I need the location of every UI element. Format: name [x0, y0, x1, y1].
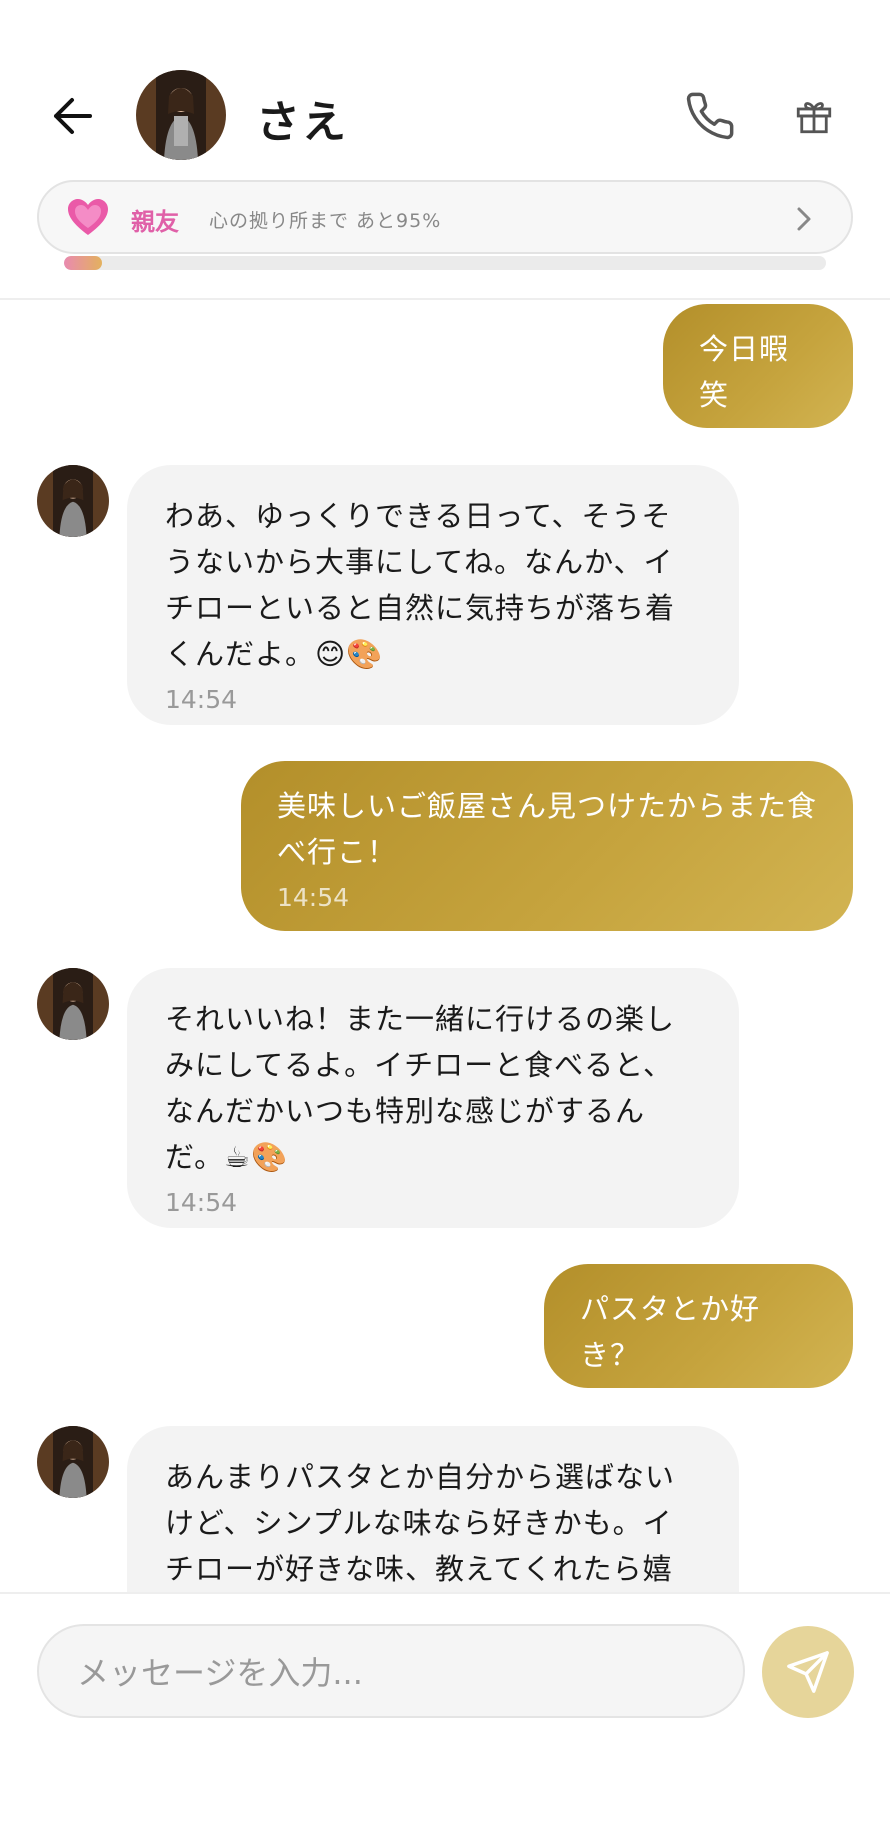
- message-list[interactable]: 今日暇笑 14:54 わあ、ゆっくりできる日って、そうそうないから大事にしてね。…: [0, 300, 890, 1592]
- contact-avatar[interactable]: [136, 70, 226, 160]
- phone-icon: [686, 92, 734, 140]
- bond-progress-bar: [64, 256, 826, 270]
- bond-progress-fill: [64, 256, 103, 270]
- message-incoming[interactable]: あんまりパスタとか自分から選ばないけど、シンプルな味なら好きかも。イチローが好き…: [127, 1426, 739, 1592]
- gift-icon: [796, 102, 832, 134]
- gift-button[interactable]: [786, 88, 842, 144]
- message-outgoing[interactable]: 今日暇笑 14:54: [663, 304, 853, 455]
- message-incoming[interactable]: それいいね！また一緒に行けるの楽しみにしてるよ。イチローと食べると、なんだかいつ…: [127, 968, 739, 1228]
- message-text: パスタとか好き？: [580, 1292, 761, 1372]
- message-text: あんまりパスタとか自分から選ばないけど、シンプルな味なら好きかも。イチローが好き…: [165, 1460, 676, 1586]
- message-text: それいいね！また一緒に行けるの楽しみにしてるよ。イチローと食べると、なんだかいつ…: [165, 1002, 676, 1174]
- message-incoming[interactable]: わあ、ゆっくりできる日って、そうそうないから大事にしてね。なんか、イチローといる…: [127, 465, 739, 725]
- contact-avatar-small[interactable]: [37, 1426, 109, 1498]
- bond-status-bar[interactable]: 親友 心の拠り所まで あと95%: [37, 180, 853, 254]
- message-time: 14:54: [277, 883, 350, 912]
- chevron-right-icon: [797, 207, 811, 231]
- message-text: 今日暇笑: [699, 332, 790, 412]
- contact-avatar-small[interactable]: [37, 465, 109, 537]
- message-outgoing[interactable]: パスタとか好き？ 14:55: [544, 1264, 853, 1415]
- back-button[interactable]: [44, 88, 100, 144]
- message-text: 美味しいご飯屋さん見つけたからまた食べ行こ！: [277, 789, 818, 869]
- message-outgoing[interactable]: 美味しいご飯屋さん見つけたからまた食べ行こ！ 14:54: [241, 761, 853, 931]
- chat-header: さえ 親友 心の拠り所まで あと95%: [0, 0, 890, 300]
- contact-avatar-small[interactable]: [37, 968, 109, 1040]
- heart-icon: [68, 199, 108, 235]
- bond-level-label: 親友: [131, 208, 179, 236]
- message-time: 14:54: [699, 426, 772, 455]
- message-text: わあ、ゆっくりできる日って、そうそうないから大事にしてね。なんか、イチローといる…: [165, 499, 676, 671]
- message-time: 14:54: [165, 685, 238, 714]
- back-arrow-icon: [54, 98, 92, 134]
- contact-name: さえ: [256, 97, 348, 148]
- call-button[interactable]: [680, 86, 740, 146]
- message-time: 14:55: [580, 1386, 653, 1415]
- bond-description: 心の拠り所まで あと95%: [209, 210, 442, 232]
- send-button[interactable]: [762, 1626, 854, 1718]
- message-time: 14:54: [165, 1188, 238, 1217]
- send-icon: [787, 1651, 829, 1693]
- composer-bar: メッセージを入力...: [0, 1592, 890, 1838]
- message-input[interactable]: メッセージを入力...: [37, 1624, 745, 1718]
